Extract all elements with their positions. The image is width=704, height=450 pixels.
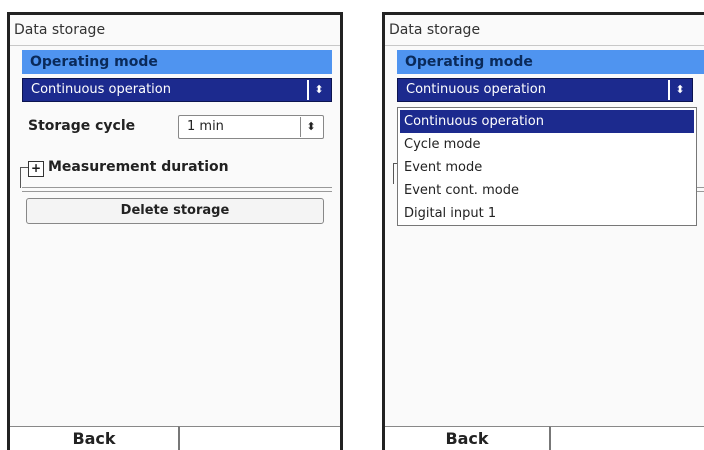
blank-softkey[interactable] [549, 426, 704, 450]
operating-mode-select[interactable]: Continuous operation ⬍ [22, 78, 332, 102]
divider [22, 187, 332, 188]
right-device-screen: Data storage Operating mode Continuous o… [382, 12, 704, 450]
operating-mode-value: Continuous operation [31, 82, 171, 97]
plus-icon[interactable]: + [28, 161, 44, 177]
divider [697, 191, 704, 192]
operating-mode-header: Operating mode [22, 50, 332, 74]
operating-mode-value: Continuous operation [406, 82, 546, 97]
left-device-screen: Data storage Operating mode Continuous o… [7, 12, 343, 450]
operating-mode-select[interactable]: Continuous operation ⬍ [397, 78, 693, 102]
up-down-arrow-icon: ⬍ [307, 80, 329, 100]
blank-softkey[interactable] [178, 426, 340, 450]
measurement-duration-label[interactable]: Measurement duration [48, 159, 229, 175]
divider [22, 191, 332, 192]
divider [697, 187, 704, 188]
up-down-arrow-icon: ⬍ [668, 80, 690, 100]
back-button[interactable]: Back [10, 426, 178, 450]
dropdown-option[interactable]: Cycle mode [398, 133, 696, 156]
dropdown-option[interactable]: Continuous operation [400, 110, 694, 133]
screen-title: Data storage [10, 15, 340, 46]
screen-title: Data storage [385, 15, 704, 46]
dropdown-option[interactable]: Digital input 1 [398, 202, 696, 225]
up-down-arrow-icon: ⬍ [300, 117, 321, 137]
storage-cycle-value: 1 min [187, 119, 224, 134]
storage-cycle-label: Storage cycle [28, 118, 136, 134]
operating-mode-dropdown-list: Continuous operation Cycle mode Event mo… [397, 107, 697, 226]
storage-cycle-select[interactable]: 1 min ⬍ [178, 115, 324, 139]
dropdown-option[interactable]: Event mode [398, 156, 696, 179]
delete-storage-button[interactable]: Delete storage [26, 198, 324, 224]
dropdown-option[interactable]: Event cont. mode [398, 179, 696, 202]
back-button[interactable]: Back [385, 426, 549, 450]
operating-mode-header: Operating mode [397, 50, 704, 74]
